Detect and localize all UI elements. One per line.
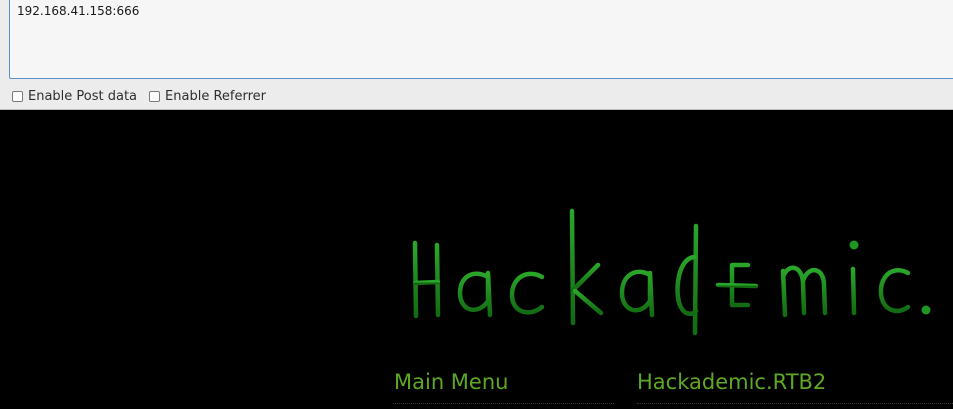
site-title-heading: Hackademic.RTB2 xyxy=(637,370,827,394)
main-menu-divider xyxy=(393,403,614,404)
site-title-divider xyxy=(637,403,953,404)
hackbar-panel: 192.168.41.158:666 Enable Post data Enab… xyxy=(0,0,953,110)
enable-post-data-option[interactable]: Enable Post data xyxy=(12,89,137,104)
enable-post-data-checkbox[interactable] xyxy=(12,90,23,102)
main-menu-heading: Main Menu xyxy=(394,370,509,394)
url-input[interactable]: 192.168.41.158:666 xyxy=(9,0,953,79)
options-row: Enable Post data Enable Referrer xyxy=(0,86,266,106)
page-viewport: Main Menu Hackademic.RTB2 xyxy=(0,111,953,409)
enable-post-data-label: Enable Post data xyxy=(28,88,138,104)
enable-referrer-label: Enable Referrer xyxy=(165,88,266,104)
enable-referrer-option[interactable]: Enable Referrer xyxy=(149,89,266,104)
enable-referrer-checkbox[interactable] xyxy=(149,90,161,102)
hackademic-logo xyxy=(412,208,931,336)
